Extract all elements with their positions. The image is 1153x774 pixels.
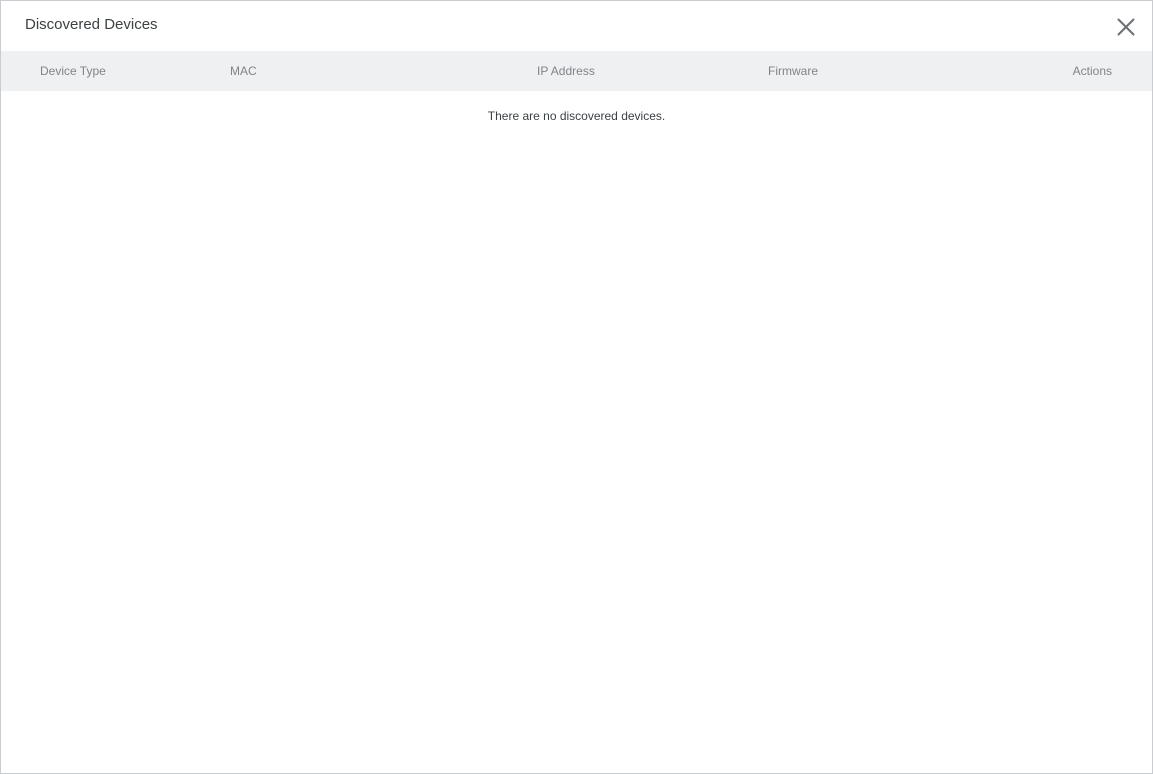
column-header-device-type[interactable]: Device Type xyxy=(40,64,106,78)
column-header-mac[interactable]: MAC xyxy=(230,64,257,78)
dialog-title: Discovered Devices xyxy=(25,16,158,33)
column-header-firmware[interactable]: Firmware xyxy=(768,64,818,78)
empty-table-message: There are no discovered devices. xyxy=(487,109,666,123)
column-header-actions: Actions xyxy=(1072,64,1112,78)
column-header-ip-address[interactable]: IP Address xyxy=(537,64,595,78)
discovered-devices-dialog: Discovered Devices Device Type MAC IP Ad… xyxy=(0,0,1153,774)
dialog-header: Discovered Devices xyxy=(1,1,1152,51)
close-button[interactable] xyxy=(1114,15,1138,39)
table-header: Device Type MAC IP Address Firmware Acti… xyxy=(1,51,1152,91)
close-icon xyxy=(1117,18,1135,36)
table-body: There are no discovered devices. xyxy=(1,91,1152,771)
